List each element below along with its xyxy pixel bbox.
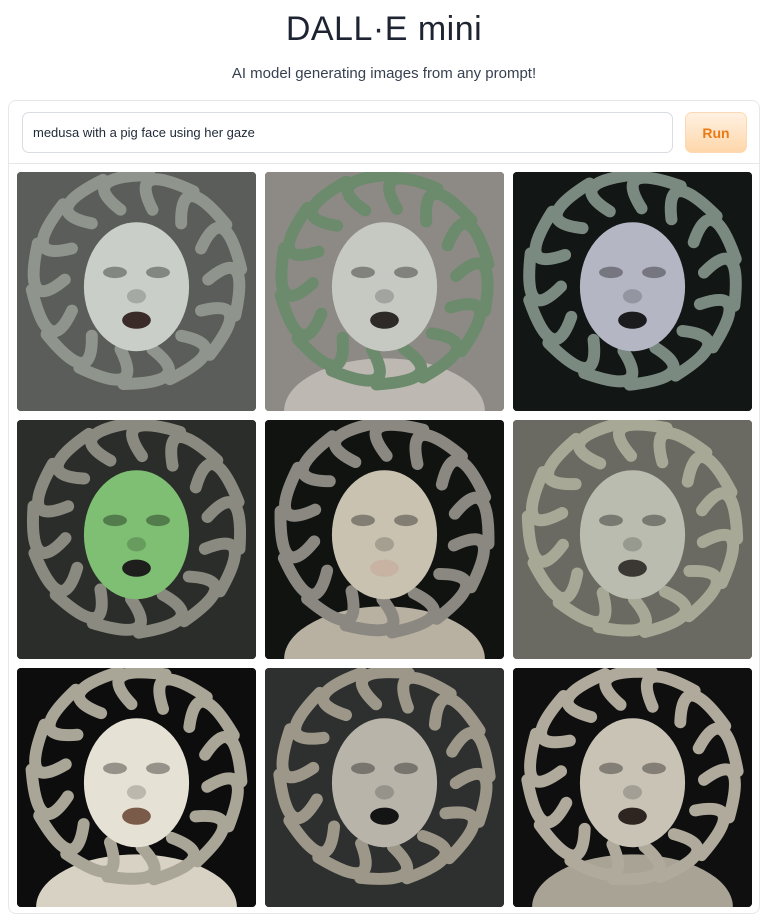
medusa-image-1[interactable] [17, 172, 256, 411]
medusa-image-8[interactable] [265, 668, 504, 907]
medusa-image-7[interactable] [17, 668, 256, 907]
generator-panel: Run [8, 100, 760, 914]
medusa-image-9[interactable] [513, 668, 752, 907]
page: DALL·E mini AI model generating images f… [0, 0, 768, 923]
image-gallery [17, 172, 752, 907]
run-button[interactable]: Run [685, 112, 747, 153]
app-subtitle: AI model generating images from any prom… [231, 65, 537, 82]
app-title: DALL·E mini [285, 10, 483, 48]
medusa-image-3[interactable] [513, 172, 752, 411]
medusa-image-6[interactable] [513, 420, 752, 659]
medusa-image-4[interactable] [17, 420, 256, 659]
prompt-toolbar: Run [9, 101, 759, 164]
medusa-image-5[interactable] [265, 420, 504, 659]
prompt-input[interactable] [22, 112, 673, 153]
medusa-image-2[interactable] [265, 172, 504, 411]
